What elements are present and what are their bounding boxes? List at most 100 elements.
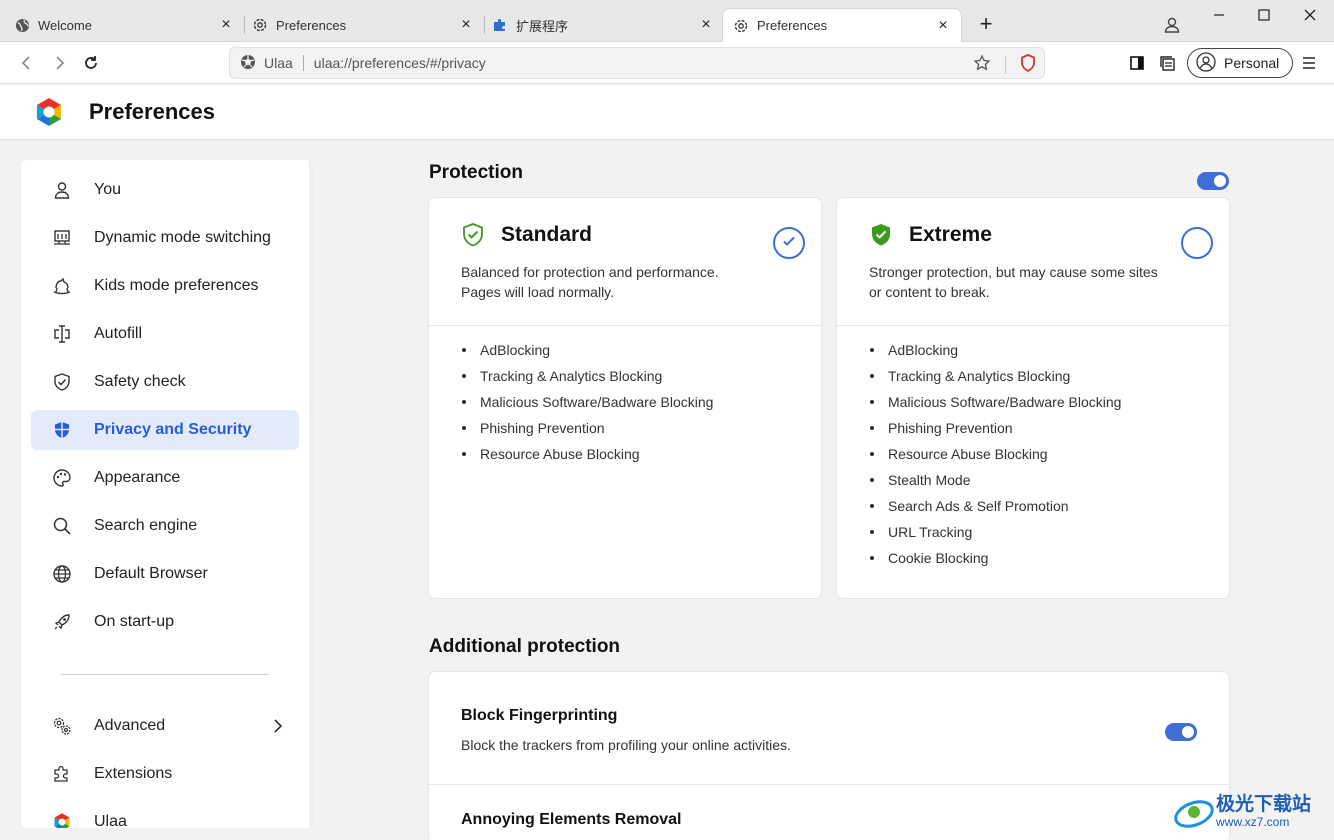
page-title: Preferences: [89, 99, 215, 124]
sidebar-item-extensions[interactable]: Extensions: [31, 754, 299, 794]
protection-toggle[interactable]: [1197, 172, 1229, 190]
extreme-protection-card[interactable]: Extreme Stronger protection, but may cau…: [837, 198, 1229, 598]
sidebar-item-label: Default Browser: [94, 565, 208, 582]
tab-preferences-1[interactable]: Preferences ×: [242, 8, 484, 42]
ulaa-logo-icon: [51, 811, 73, 828]
sidebar-item-default-browser[interactable]: Default Browser: [31, 554, 299, 594]
sidebar-scrollbar[interactable]: [309, 160, 314, 828]
list-item: Cookie Blocking: [869, 545, 1121, 571]
tab-extensions[interactable]: 扩展程序 ×: [482, 8, 724, 42]
close-icon[interactable]: ×: [458, 17, 474, 33]
site-name: Ulaa: [264, 55, 293, 71]
sidebar-item-kids-mode[interactable]: Kids mode preferences: [31, 266, 299, 306]
watermark-swirl-icon: [1174, 800, 1214, 828]
protection-title: Protection: [429, 162, 523, 183]
sidebar-item-ulaa[interactable]: Ulaa: [31, 802, 299, 828]
card-description: Stronger protection, but may cause some …: [869, 264, 1158, 300]
list-item: Malicious Software/Badware Blocking: [461, 389, 713, 415]
tab-label: Welcome: [38, 17, 92, 33]
sidebar-item-label: Kids mode preferences: [94, 277, 259, 294]
feature-list: AdBlocking Tracking & Analytics Blocking…: [869, 337, 1121, 571]
standard-protection-card[interactable]: Standard Balanced for protection and per…: [429, 198, 821, 598]
list-item: Search Ads & Self Promotion: [869, 493, 1121, 519]
reload-button[interactable]: [80, 52, 102, 74]
standard-radio-selected[interactable]: [773, 227, 805, 259]
list-item: Resource Abuse Blocking: [869, 441, 1121, 467]
feature-list: AdBlocking Tracking & Analytics Blocking…: [461, 337, 713, 467]
divider: [1005, 55, 1006, 74]
sidebar-item-label: On start-up: [94, 613, 175, 630]
sidebar-toggle-icon[interactable]: [1126, 52, 1148, 74]
back-button[interactable]: [16, 52, 38, 74]
sidebar-item-label: Dynamic mode switching: [94, 229, 271, 246]
profile-icon[interactable]: [1162, 15, 1182, 35]
check-icon: [782, 234, 796, 253]
address-bar[interactable]: Ulaa ulaa://preferences/#/privacy: [229, 47, 1045, 79]
maximize-button[interactable]: [1252, 4, 1276, 26]
chevron-right-icon: [269, 717, 287, 735]
block-fingerprinting-row: Block Fingerprinting Block the trackers …: [429, 672, 1229, 784]
sidebar-item-privacy-security[interactable]: Privacy and Security: [31, 410, 299, 450]
person-icon: [51, 179, 73, 201]
block-fingerprinting-toggle[interactable]: [1165, 723, 1197, 741]
url-text[interactable]: ulaa://preferences/#/privacy: [314, 55, 486, 71]
site-icon: [240, 54, 256, 73]
sidebar-item-advanced[interactable]: Advanced: [31, 706, 299, 746]
tab-label: Preferences: [276, 17, 347, 33]
list-item: Phishing Prevention: [869, 415, 1121, 441]
row-description: Block the trackers from profiling your o…: [461, 737, 791, 753]
list-item: AdBlocking: [869, 337, 1121, 363]
tab-manager-icon[interactable]: [1157, 52, 1179, 74]
menu-icon[interactable]: [1298, 52, 1320, 74]
sidebar-item-label: Advanced: [94, 717, 166, 734]
sidebar-item-on-startup[interactable]: On start-up: [31, 602, 299, 642]
sidebar-item-label: Privacy and Security: [94, 421, 252, 438]
tab-strip: Welcome × Preferences × 扩展程序 × Preferenc…: [0, 0, 1334, 42]
shield-check-icon: [461, 222, 485, 247]
bookmark-star-icon[interactable]: [973, 54, 991, 75]
annoying-elements-row: Annoying Elements Removal: [429, 785, 1229, 840]
close-icon[interactable]: ×: [218, 17, 234, 33]
shield-icon: [51, 419, 73, 441]
monitor-icon: [51, 227, 73, 249]
extreme-radio[interactable]: [1181, 227, 1213, 259]
row-title: Block Fingerprinting: [461, 707, 618, 724]
additional-protection-title: Additional protection: [429, 636, 621, 657]
additional-protection-card: Block Fingerprinting Block the trackers …: [429, 672, 1229, 840]
browser-toolbar: Ulaa ulaa://preferences/#/privacy Person…: [0, 42, 1334, 84]
sidebar-item-dynamic-mode[interactable]: Dynamic mode switching: [31, 218, 299, 258]
tab-welcome[interactable]: Welcome ×: [4, 8, 244, 42]
minimize-button[interactable]: [1207, 4, 1231, 26]
ulaa-logo-icon: [33, 96, 65, 128]
sidebar-item-safety-check[interactable]: Safety check: [31, 362, 299, 402]
watermark-text-block: 极光下载站 www.xz7.com: [1216, 795, 1311, 830]
sidebar-item-label: Extensions: [94, 765, 173, 782]
gear-icon: [733, 18, 749, 34]
globe-icon: [51, 563, 73, 585]
close-icon[interactable]: ×: [698, 17, 714, 33]
sidebar-item-appearance[interactable]: Appearance: [31, 458, 299, 498]
watermark-url: www.xz7.com: [1216, 815, 1290, 829]
list-item: Phishing Prevention: [461, 415, 713, 441]
profile-button[interactable]: Personal: [1187, 48, 1293, 78]
card-title: Standard: [501, 223, 593, 246]
close-icon[interactable]: ×: [935, 17, 951, 34]
sidebar-item-search-engine[interactable]: Search engine: [31, 506, 299, 546]
shield-icon[interactable]: [1020, 54, 1036, 75]
shield-check-filled-icon: [869, 222, 893, 246]
profile-name: Personal: [1224, 55, 1280, 71]
watermark-logo: 极光下载站 www.xz7.com: [1172, 786, 1330, 838]
puzzle-icon: [51, 763, 73, 785]
window-close-button[interactable]: [1298, 4, 1322, 26]
new-tab-button[interactable]: +: [974, 13, 998, 37]
list-item: Tracking & Analytics Blocking: [461, 363, 713, 389]
card-header: Extreme Stronger protection, but may cau…: [837, 198, 1229, 326]
forward-button[interactable]: [48, 52, 70, 74]
sidebar-item-you[interactable]: You: [31, 170, 299, 210]
tab-label: 扩展程序: [516, 18, 569, 34]
sidebar-item-autofill[interactable]: Autofill: [31, 314, 299, 354]
palette-icon: [51, 467, 73, 489]
sidebar-item-label: Search engine: [94, 517, 198, 534]
tab-preferences-active[interactable]: Preferences ×: [722, 8, 962, 42]
puzzle-icon: [492, 17, 508, 33]
